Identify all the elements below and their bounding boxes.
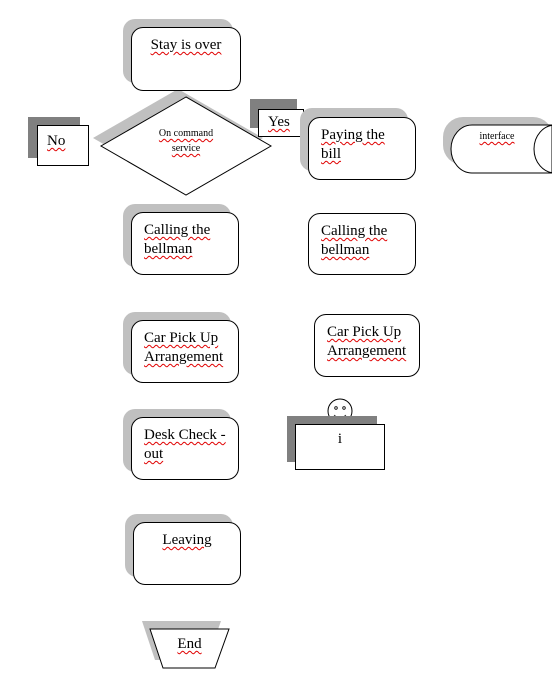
interface-text: interface	[479, 131, 515, 142]
actor-text: i	[337, 431, 343, 447]
calling-right-text: Calling the bellman	[321, 223, 388, 258]
car-pickup-right-node: Car Pick Up Arrangement	[314, 314, 420, 377]
paying-bill-node: Paying the bill	[308, 117, 416, 180]
leaving-node: Leaving	[133, 522, 241, 585]
actor-box: i	[295, 424, 385, 470]
no-label-box: No	[37, 125, 89, 166]
car-left-text: Car Pick Up Arrangement	[144, 330, 224, 365]
calling-left-text: Calling the bellman	[144, 222, 211, 257]
stay-over-text: Stay is over	[150, 37, 222, 53]
yes-label-box: Yes	[258, 109, 304, 137]
end-label: End	[150, 636, 229, 653]
end-text: End	[177, 636, 202, 652]
yes-text: Yes	[268, 114, 290, 130]
stay-over-node: Stay is over	[131, 27, 241, 91]
decision-text: On command service	[158, 128, 214, 154]
decision-label: On command service	[146, 126, 226, 156]
interface-label: interface	[462, 131, 532, 142]
calling-bellman-right-node: Calling the bellman	[308, 213, 416, 275]
no-text: No	[47, 133, 66, 149]
desk-checkout-node: Desk Check -out	[131, 417, 239, 480]
car-right-text: Car Pick Up Arrangement	[327, 324, 407, 359]
paying-bill-text: Paying the bill	[321, 127, 385, 162]
calling-bellman-left-node: Calling the bellman	[131, 212, 239, 275]
desk-text: Desk Check -out	[144, 427, 226, 462]
leaving-text: Leaving	[162, 532, 212, 548]
car-pickup-left-node: Car Pick Up Arrangement	[131, 320, 239, 383]
